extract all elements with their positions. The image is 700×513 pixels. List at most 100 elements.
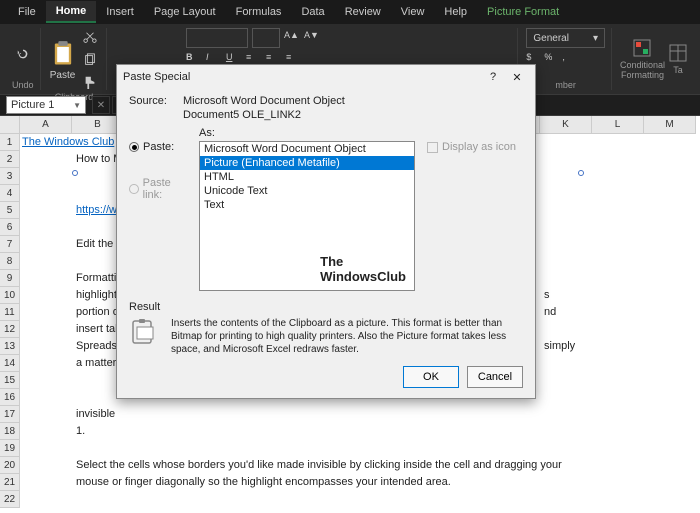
conditional-formatting-button[interactable]: Conditional Formatting (620, 38, 665, 80)
row-header[interactable]: 2 (0, 151, 20, 168)
cond-fmt-icon (632, 38, 652, 58)
row-header[interactable]: 15 (0, 372, 20, 389)
row-header[interactable]: 10 (0, 287, 20, 304)
col-header[interactable]: M (644, 116, 696, 134)
list-item[interactable]: HTML (200, 170, 414, 184)
radio-icon (129, 184, 139, 194)
ribbon-tabs: File Home Insert Page Layout Formulas Da… (0, 0, 700, 24)
list-item[interactable]: Microsoft Word Document Object (200, 142, 414, 156)
row-header[interactable]: 4 (0, 185, 20, 202)
row-header[interactable]: 12 (0, 321, 20, 338)
col-header[interactable]: L (592, 116, 644, 134)
row-header[interactable]: 22 (0, 491, 20, 508)
cell-a1[interactable]: The Windows Club (22, 136, 114, 148)
group-undo-label: Undo (12, 80, 34, 90)
dialog-titlebar[interactable]: Paste Special ? ✕ (117, 65, 535, 89)
selection-handle[interactable] (578, 170, 584, 176)
paste-link-radio: Paste link: (129, 177, 191, 201)
close-icon[interactable]: ✕ (505, 67, 529, 87)
paste-button[interactable]: Paste (49, 40, 77, 81)
row-header[interactable]: 3 (0, 168, 20, 185)
font-name-box[interactable] (186, 28, 248, 48)
format-table-button[interactable]: Ta (668, 43, 688, 75)
tab-review[interactable]: Review (335, 2, 391, 22)
tab-formulas[interactable]: Formulas (226, 2, 292, 22)
result-preview-icon (129, 317, 161, 349)
name-box[interactable]: Picture 1▼ (6, 96, 86, 114)
row-header[interactable]: 19 (0, 440, 20, 457)
watermark: The WindowsClub (320, 255, 406, 284)
cut-icon[interactable] (80, 28, 100, 48)
cell-b21: mouse or finger diagonally so the highli… (76, 476, 451, 488)
row-header[interactable]: 8 (0, 253, 20, 270)
col-header[interactable]: K (540, 116, 592, 134)
radio-icon (129, 142, 139, 152)
comma-icon[interactable]: , (562, 52, 578, 68)
row-header[interactable]: 13 (0, 338, 20, 355)
result-description: Inserts the contents of the Clipboard as… (171, 317, 523, 356)
tab-help[interactable]: Help (434, 2, 477, 22)
cell-b10: highlight (76, 289, 117, 301)
copy-icon[interactable] (80, 50, 100, 70)
group-styles: Conditional Formatting Ta (614, 28, 694, 90)
row-header[interactable]: 14 (0, 355, 20, 372)
row-header[interactable]: 5 (0, 202, 20, 219)
display-as-icon-checkbox: Display as icon (427, 141, 523, 153)
row-header[interactable]: 18 (0, 423, 20, 440)
increase-font-icon[interactable]: A▲ (284, 30, 300, 46)
cancel-formula-icon[interactable]: ✕ (92, 96, 110, 114)
list-item[interactable]: Picture (Enhanced Metafile) (200, 156, 414, 170)
font-size-input[interactable] (253, 29, 279, 47)
group-undo: Undo (6, 28, 41, 90)
list-item[interactable]: Unicode Text (200, 184, 414, 198)
tab-picture-format[interactable]: Picture Format (477, 2, 569, 22)
undo-icon[interactable] (13, 44, 33, 64)
paste-as-listbox[interactable]: Microsoft Word Document Object Picture (… (199, 141, 415, 291)
tab-home[interactable]: Home (46, 1, 97, 23)
number-format-dropdown[interactable]: General▾ (526, 28, 605, 48)
list-item[interactable]: Text (200, 198, 414, 212)
font-name-input[interactable] (187, 29, 247, 47)
decrease-font-icon[interactable]: A▼ (304, 30, 320, 46)
tab-file[interactable]: File (8, 2, 46, 22)
paste-label: Paste (50, 70, 76, 81)
dialog-title: Paste Special (123, 71, 481, 83)
row-header[interactable]: 21 (0, 474, 20, 491)
paste-radio[interactable]: Paste: (129, 141, 191, 153)
format-painter-icon[interactable] (80, 72, 100, 92)
row-header[interactable]: 20 (0, 457, 20, 474)
cell-b5[interactable]: https://w (76, 204, 117, 216)
tab-insert[interactable]: Insert (96, 2, 144, 22)
row-header[interactable]: 16 (0, 389, 20, 406)
selection-handle[interactable] (72, 170, 78, 176)
tab-page-layout[interactable]: Page Layout (144, 2, 226, 22)
select-all-corner[interactable] (0, 116, 20, 134)
cell-tail11: nd (544, 306, 556, 318)
source-value-1: Microsoft Word Document Object (183, 95, 345, 107)
cell-b20: Select the cells whose borders you'd lik… (76, 459, 562, 471)
cancel-button[interactable]: Cancel (467, 366, 523, 388)
clipboard-icon (49, 40, 77, 68)
tab-view[interactable]: View (391, 2, 435, 22)
tab-data[interactable]: Data (291, 2, 334, 22)
group-number-label: mber (555, 80, 576, 90)
cell-b11: portion o (76, 306, 119, 318)
cell-b12: insert tal (76, 323, 118, 335)
row-header[interactable]: 6 (0, 219, 20, 236)
row-header[interactable]: 11 (0, 304, 20, 321)
percent-icon[interactable]: % (544, 52, 560, 68)
source-label: Source: (129, 95, 177, 107)
ok-button[interactable]: OK (403, 366, 459, 388)
source-value-2: Document5 OLE_LINK2 (183, 109, 301, 121)
row-header[interactable]: 1 (0, 134, 20, 151)
font-size-box[interactable] (252, 28, 280, 48)
cell-b18: 1. (76, 425, 85, 437)
chevron-down-icon: ▾ (593, 33, 598, 44)
col-header[interactable]: A (20, 116, 72, 134)
cell-b14: a matter (76, 357, 116, 369)
row-header[interactable]: 7 (0, 236, 20, 253)
row-header[interactable]: 9 (0, 270, 20, 287)
cell-b9: Formatti (76, 272, 116, 284)
row-header[interactable]: 17 (0, 406, 20, 423)
help-icon[interactable]: ? (481, 67, 505, 87)
